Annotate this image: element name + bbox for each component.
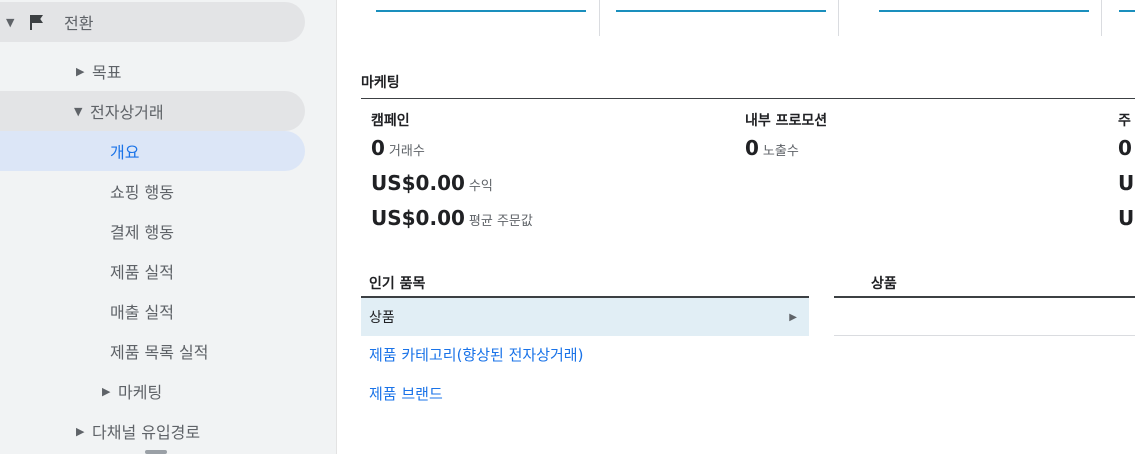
popular-item-product-row[interactable]: 상품 ▶: [361, 298, 809, 336]
caret-right-icon: ▶: [76, 64, 85, 78]
metric-value: U: [1118, 171, 1135, 195]
metric-value: 0: [371, 136, 385, 160]
sidebar-item-marketing[interactable]: ▶ 마케팅: [0, 371, 305, 411]
caret-down-icon: ▼: [74, 104, 83, 118]
sidebar-item-label: 제품 목록 실적: [110, 343, 209, 362]
sidebar-item-conversions[interactable]: ▼ 전환: [0, 2, 305, 42]
sidebar-item-label: 결제 행동: [110, 223, 174, 242]
divider: [838, 0, 839, 36]
sidebar-item-label: 매출 실적: [110, 303, 174, 322]
sidebar-item-label: 다채널 유입경로: [92, 423, 201, 442]
sparkline-rule: [616, 10, 826, 12]
section-divider: [361, 98, 1135, 99]
metric-label: 거래수: [388, 144, 425, 159]
row-divider: [834, 335, 1135, 336]
row-label: 상품: [369, 310, 395, 326]
metric-label: 수익: [468, 179, 493, 194]
flag-icon: [28, 14, 44, 30]
main-content: 마케팅 캠페인 0 거래수 US$0.00 수익 US$0.00 평균 주문값 내부 …: [336, 0, 1135, 454]
caret-right-icon: ▶: [102, 384, 111, 398]
sidebar-item-product-list-performance[interactable]: 제품 목록 실적: [0, 331, 305, 371]
sidebar-item-multichannel-funnels[interactable]: ▶ 다채널 유입경로: [0, 411, 305, 451]
scrollbar-thumb[interactable]: [145, 450, 167, 454]
sidebar-item-sales-performance[interactable]: 매출 실적: [0, 291, 305, 331]
metric-value: 0: [745, 136, 759, 160]
link-product-brand[interactable]: 제품 브랜드: [369, 383, 443, 404]
sidebar-item-label: 전자상거래: [90, 103, 164, 122]
sidebar-item-label: 전환: [64, 14, 94, 33]
metric-revenue: US$0.00 수익: [371, 171, 493, 195]
sidebar-item-goals[interactable]: ▶ 목표: [0, 51, 305, 91]
column-header-campaign: 캠페인: [371, 113, 410, 129]
sidebar-item-shopping-behavior[interactable]: 쇼핑 행동: [0, 171, 305, 211]
divider: [599, 0, 600, 36]
sparkline-rule: [1119, 10, 1135, 12]
caret-down-icon: ▼: [6, 15, 15, 29]
sidebar-item-label: 제품 실적: [110, 263, 174, 282]
metric-value-cut: 0: [1118, 136, 1132, 160]
sidebar-nav: ▼ 전환 ▶ 목표 ▼ 전자상거래 개요 쇼핑 행동 결제 행동 제품 실적 매…: [0, 0, 337, 454]
sidebar-item-label: 쇼핑 행동: [110, 183, 174, 202]
caret-right-icon: ▶: [789, 311, 797, 323]
sidebar-item-product-performance[interactable]: 제품 실적: [0, 251, 305, 291]
metric-avg-order-value: US$0.00 평균 주문값: [371, 206, 533, 230]
sidebar-item-label: 마케팅: [118, 383, 163, 402]
section-title-product: 상품: [871, 276, 897, 292]
metric-label: 노출수: [762, 144, 799, 159]
sparkline-rule: [879, 10, 1089, 12]
metric-impressions: 0 노출수: [745, 136, 799, 160]
sparkline-rule: [376, 10, 586, 12]
metric-label: 평균 주문값: [468, 214, 533, 229]
metric-value-cut: U: [1118, 206, 1134, 230]
column-header-internal-promotion: 내부 프로모션: [745, 113, 828, 129]
metric-value: 0: [1118, 136, 1132, 160]
divider: [1101, 0, 1102, 36]
metric-transactions: 0 거래수: [371, 136, 425, 160]
section-title-popular-items: 인기 품목: [369, 276, 426, 292]
sidebar-item-checkout-behavior[interactable]: 결제 행동: [0, 211, 305, 251]
section-title-marketing: 마케팅: [361, 75, 400, 91]
sidebar-item-overview[interactable]: 개요: [0, 131, 305, 171]
column-header-order-coupon: 주: [1118, 113, 1131, 129]
metric-value-cut: U: [1118, 171, 1134, 195]
section-divider: [834, 296, 1135, 298]
caret-right-icon: ▶: [76, 424, 85, 438]
sidebar-item-label: 개요: [110, 143, 140, 162]
link-product-category[interactable]: 제품 카테고리(향상된 전자상거래): [369, 344, 583, 365]
sidebar-item-label: 목표: [92, 63, 122, 82]
metric-value: US$0.00: [371, 171, 465, 195]
sidebar-item-ecommerce[interactable]: ▼ 전자상거래: [0, 91, 305, 131]
metric-value: US$0.00: [371, 206, 465, 230]
metric-value: U: [1118, 206, 1135, 230]
